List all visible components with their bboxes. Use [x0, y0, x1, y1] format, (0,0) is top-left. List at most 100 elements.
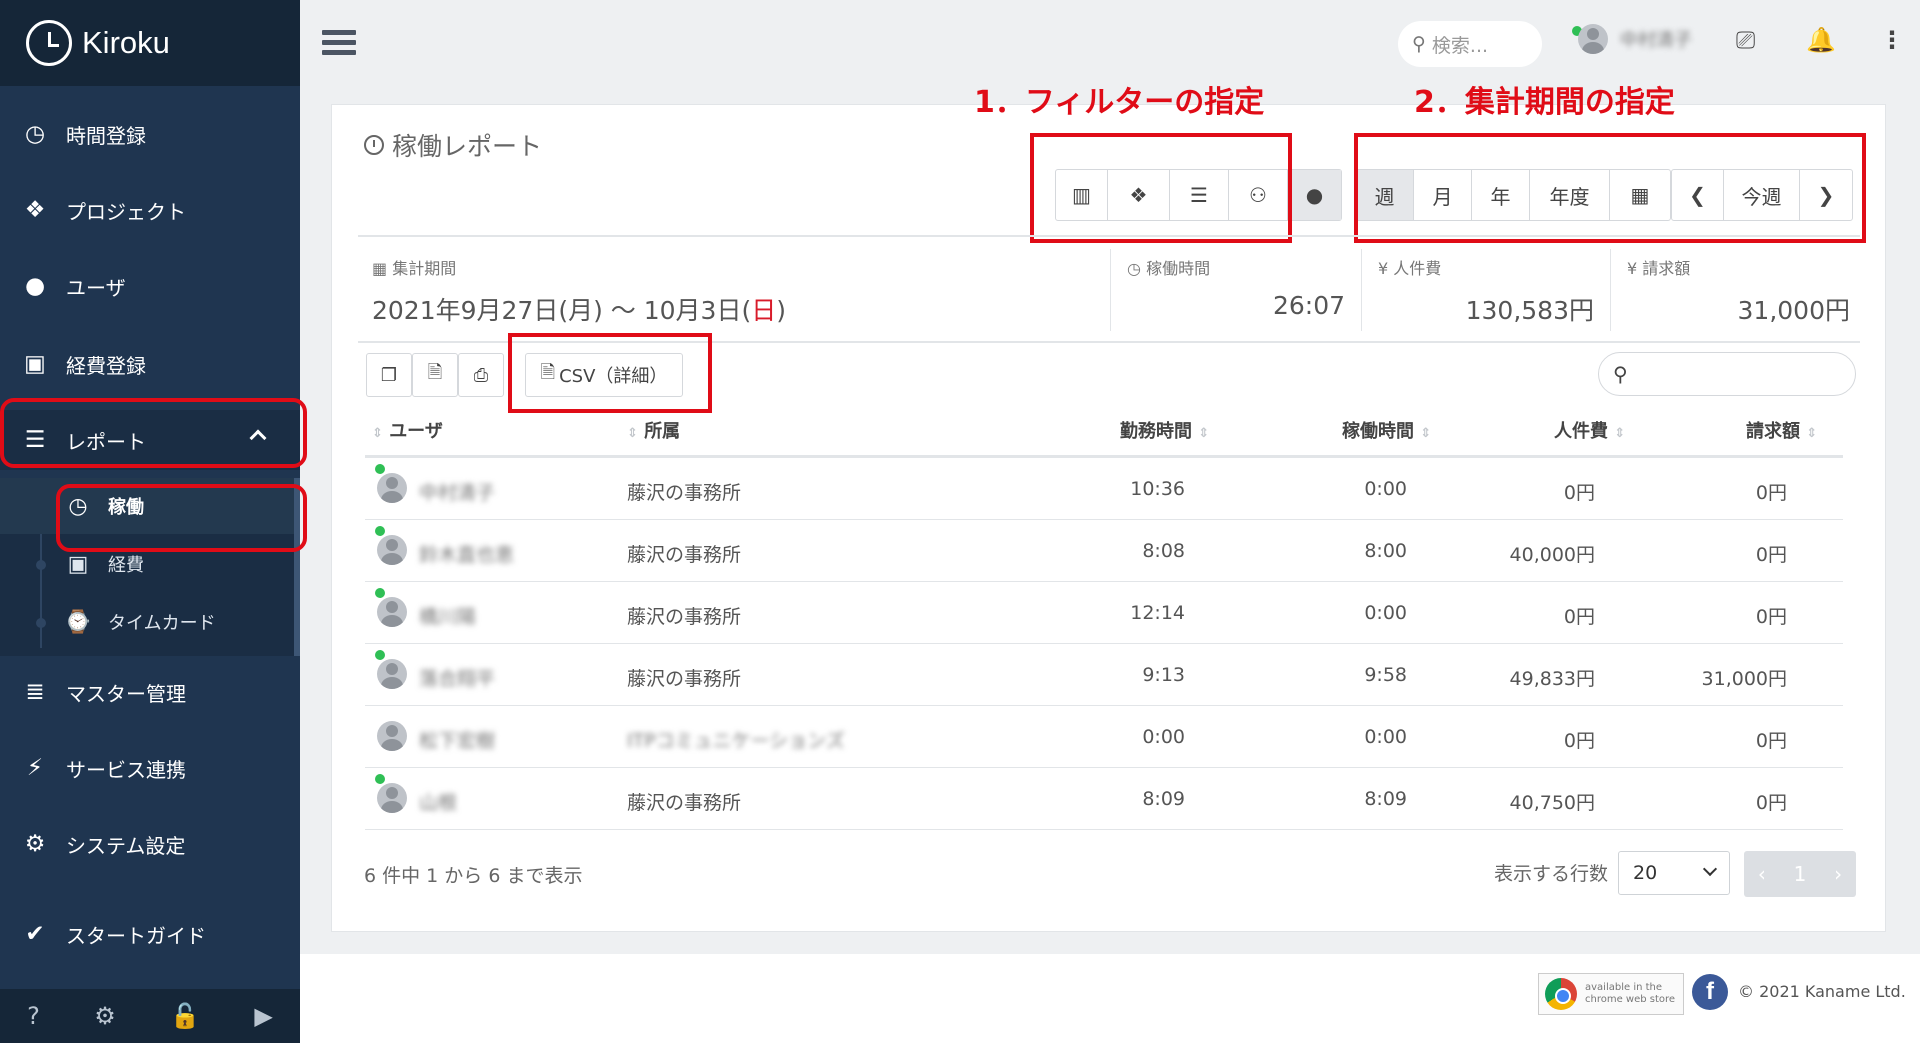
divider	[1110, 249, 1111, 331]
period-suffix-text: )	[776, 296, 786, 325]
column-header-work[interactable]: 稼働時間 ⇕	[1342, 417, 1431, 443]
sidebar-item-system-settings[interactable]: ⚙ システム設定	[0, 814, 300, 874]
avatar	[377, 659, 407, 689]
cell-attendance: 8:08	[1142, 540, 1185, 562]
print-button[interactable]: ⎙	[458, 353, 504, 397]
sidebar-footer: ? ⚙ 🔓 ▶	[0, 989, 300, 1043]
user-icon: ●	[1305, 183, 1324, 207]
cell-dept: 藤沢の事務所	[627, 544, 742, 566]
calendar-icon: ▦	[372, 259, 388, 278]
sidebar-subitem-timecard[interactable]: ⌚ タイムカード	[0, 594, 300, 650]
cell-user: 橋川陽	[419, 606, 477, 628]
sidebar-item-master[interactable]: ≣ マスター管理	[0, 662, 300, 722]
billing-label: ¥ 請求額	[1627, 259, 1691, 278]
table-search-input[interactable]: ⚲	[1598, 352, 1856, 396]
more-vertical-icon[interactable]: ⋮	[1880, 26, 1904, 54]
column-header-billing[interactable]: 請求額 ⇕	[1746, 417, 1817, 443]
sidebar-item-projects[interactable]: ❖ プロジェクト	[0, 180, 300, 240]
cell-attendance: 12:14	[1130, 602, 1185, 624]
avatar	[377, 721, 407, 751]
chrome-web-store-badge[interactable]: available in the chrome web store	[1538, 973, 1684, 1015]
play-icon[interactable]: ▶	[254, 1002, 272, 1030]
chevron-down-icon	[1702, 861, 1718, 877]
work-time-label: ◷ 稼働時間	[1127, 255, 1210, 279]
brand-name: Kiroku	[82, 25, 170, 60]
stat-label-text: 稼働時間	[1146, 259, 1211, 278]
timecard-icon[interactable]: ⎚	[1736, 26, 1755, 54]
period-range-text: 2021年9月27日(月) ～ 10月3日(	[372, 296, 752, 325]
file-icon: 🗎	[427, 362, 443, 383]
annotation-box-report-menu	[0, 398, 307, 468]
gear-icon[interactable]: ⚙	[94, 1002, 116, 1030]
cell-labor: 40,750円	[1509, 792, 1595, 814]
table-row[interactable]: 松下宏樹 ITPコミュニケーションズ 0:00 0:00 0円 0円	[365, 706, 1843, 768]
cell-work: 0:00	[1364, 602, 1407, 624]
chevron-left-icon[interactable]: ‹	[1758, 862, 1766, 886]
online-status-dot	[375, 650, 385, 660]
table-row[interactable]: 鈴木直也恵 藤沢の事務所 8:08 8:00 40,000円 0円	[365, 520, 1843, 582]
sidebar-item-label: プロジェクト	[66, 199, 186, 224]
cell-work: 0:00	[1364, 726, 1407, 748]
cell-attendance: 8:09	[1142, 788, 1185, 810]
table-row[interactable]: 山根 藤沢の事務所 8:09 8:09 40,750円 0円	[365, 768, 1843, 830]
sidebar-item-users[interactable]: ● ユーザ	[0, 256, 300, 316]
user-icon: ●	[24, 272, 46, 299]
cell-dept: 藤沢の事務所	[627, 606, 742, 628]
facebook-icon[interactable]: f	[1692, 974, 1728, 1010]
column-header-user[interactable]: ⇕ ユーザ	[372, 417, 443, 443]
cell-labor: 0円	[1563, 482, 1595, 504]
user-menu[interactable]: 中村清子	[1572, 24, 1692, 54]
cell-labor: 0円	[1563, 606, 1595, 628]
cell-user: 落合翔平	[419, 668, 496, 690]
online-status-dot	[375, 774, 385, 784]
period-label: ▦ 集計期間	[372, 255, 456, 279]
column-header-attendance[interactable]: 勤務時間 ⇕	[1120, 417, 1209, 443]
sidebar-item-label: システム設定	[66, 833, 186, 858]
menu-toggle-icon[interactable]	[322, 30, 356, 56]
page-number[interactable]: 1	[1794, 862, 1807, 886]
submenu-dot	[36, 618, 46, 628]
cell-user: 中村清子	[419, 482, 496, 504]
report-card: 稼働レポート 1．フィルターの指定 2．集計期間の指定 ▥ ❖ ☰ ⚇ ● 週 …	[331, 85, 1886, 932]
sidebar-item-time-entry[interactable]: ◷ 時間登録	[0, 104, 300, 164]
annotation-label-period: 2．集計期間の指定	[1414, 85, 1675, 120]
user-name: 中村清子	[1620, 30, 1692, 51]
sidebar-item-start-guide[interactable]: ✔ スタートガイド	[0, 904, 300, 964]
cell-work: 8:00	[1364, 540, 1407, 562]
column-header-dept[interactable]: ⇕ 所属	[627, 417, 680, 443]
column-header-label: 稼働時間	[1342, 421, 1414, 442]
lock-icon[interactable]: 🔓	[170, 1002, 200, 1030]
sort-icon: ⇕	[1198, 426, 1210, 441]
rows-per-page-select[interactable]: 20	[1618, 851, 1730, 895]
period-sunday-text: 日	[751, 296, 777, 325]
online-status-dot	[375, 464, 385, 474]
sidebar-item-expense-entry[interactable]: ▣ 経費登録	[0, 334, 300, 394]
export-file-button[interactable]: 🗎	[412, 353, 458, 397]
check-icon: ✔	[25, 920, 45, 947]
bell-icon[interactable]: 🔔	[1806, 26, 1836, 54]
brand-logo[interactable]: Kiroku	[0, 0, 300, 86]
divider	[1610, 249, 1611, 331]
copy-button[interactable]: ❐	[366, 353, 412, 397]
filter-user-button[interactable]: ●	[1288, 170, 1341, 220]
chrome-store-text: available in the chrome web store	[1585, 982, 1676, 1005]
table-row[interactable]: 落合翔平 藤沢の事務所 9:13 9:58 49,833円 31,000円	[365, 644, 1843, 706]
copyright: © 2021 Kaname Ltd.	[1738, 982, 1906, 1001]
cell-dept: ITPコミュニケーションズ	[627, 730, 845, 752]
sidebar-item-integrations[interactable]: ⚡ サービス連携	[0, 738, 300, 798]
cubes-icon: ❖	[24, 196, 46, 223]
cell-dept: 藤沢の事務所	[627, 792, 742, 814]
column-header-labor[interactable]: 人件費 ⇕	[1554, 417, 1625, 443]
rows-per-page-label: 表示する行数	[1494, 863, 1609, 885]
table-row[interactable]: 中村清子 藤沢の事務所 10:36 0:00 0円 0円	[365, 458, 1843, 520]
table-row[interactable]: 橋川陽 藤沢の事務所 12:14 0:00 0円 0円	[365, 582, 1843, 644]
labor-cost-value: 130,583円	[1465, 296, 1594, 325]
rows-per-page-value: 20	[1633, 862, 1658, 884]
chevron-right-icon[interactable]: ›	[1834, 862, 1842, 886]
sidebar-item-label: 経費登録	[66, 353, 146, 378]
global-search[interactable]: ⚲ 検索...	[1398, 21, 1542, 67]
online-status-dot	[375, 526, 385, 536]
copy-icon: ❐	[380, 364, 398, 386]
cell-billing: 0円	[1755, 606, 1787, 628]
help-icon[interactable]: ?	[27, 1002, 40, 1030]
